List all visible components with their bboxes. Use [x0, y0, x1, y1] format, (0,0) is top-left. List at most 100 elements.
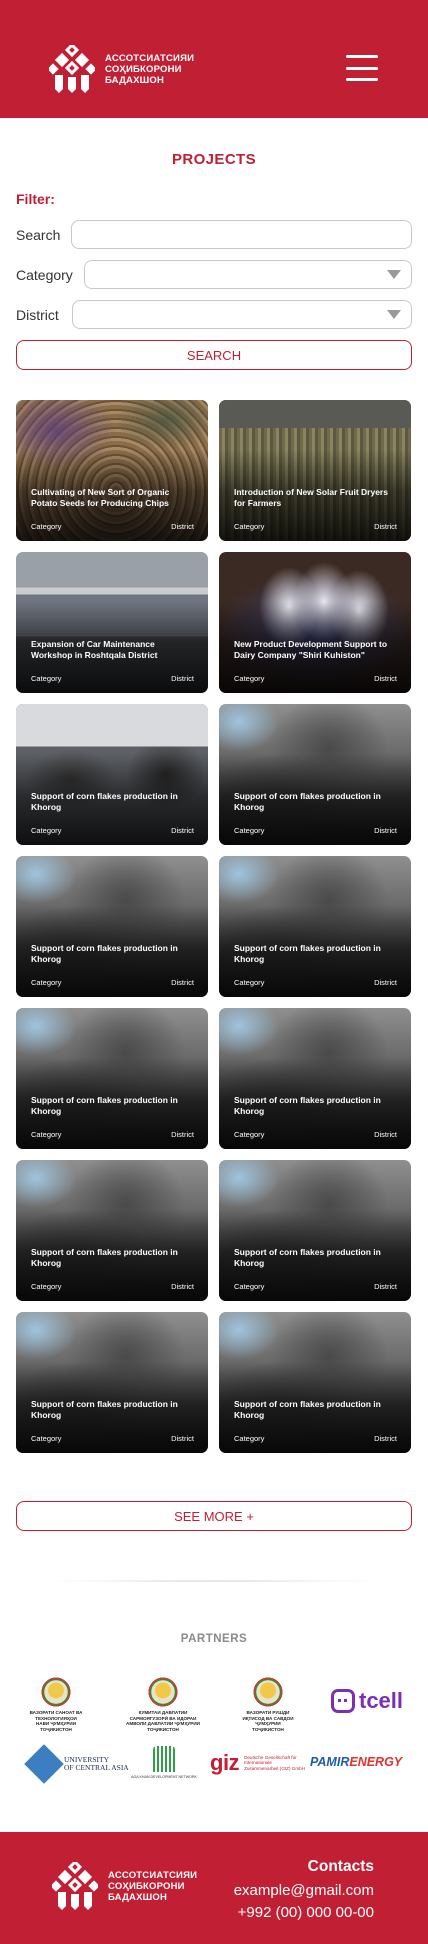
card-overlay [219, 1160, 411, 1301]
uca-name: UNIVERSITY OF CENTRAL ASIA [64, 1756, 129, 1772]
project-card[interactable]: Expansion of Car Maintenance Workshop in… [16, 552, 208, 693]
project-district: District [171, 978, 194, 987]
menu-bar [346, 66, 378, 70]
project-title: Support of corn flakes production in Kho… [234, 1247, 381, 1268]
logo-line-2: СОҲИБКОРОНИ [105, 63, 182, 75]
partner-state-committee[interactable]: КУМИТАИ ДАВЛАТИИ САРМОЯГУЗОРӢ ВА ИДОРАИ … [122, 1677, 204, 1732]
uca-logo-icon [24, 1744, 64, 1784]
search-input[interactable] [72, 221, 411, 248]
site-logo[interactable]: АССОТСИАТСИЯИ СОҲИБКОРОНИ БАДАХШОН [49, 45, 194, 93]
search-button[interactable]: SEARCH [16, 340, 412, 370]
menu-bar [346, 78, 378, 81]
logo-line-3: БАДАХШОН [105, 74, 165, 86]
project-district: District [374, 674, 397, 683]
project-title: Support of corn flakes production in Kho… [31, 1399, 178, 1420]
project-district: District [374, 1434, 397, 1443]
chevron-down-icon [387, 310, 401, 319]
energy-word: ENERGY [349, 1755, 403, 1769]
logo-emblem-icon [49, 45, 95, 93]
page-title: PROJECTS [171, 151, 257, 168]
project-title: Expansion of Car Maintenance Workshop in… [31, 639, 158, 660]
project-category: Category [31, 826, 62, 835]
partner-name: ВАЗОРАТИ САНОАТ ВА ТЕХНОЛОГИЯҲОИ НАВИ ҶУ… [29, 1710, 83, 1732]
contact-email-link[interactable]: example@gmail.com [234, 1880, 374, 1902]
project-card[interactable]: Introduction of New Solar Fruit Dryers f… [219, 400, 411, 541]
project-category: Category [234, 1130, 265, 1139]
project-title: Support of corn flakes production in Kho… [234, 943, 381, 964]
state-emblem-icon [41, 1677, 71, 1707]
card-overlay [219, 400, 411, 541]
project-district: District [171, 674, 194, 683]
partner-akdn[interactable]: AGA KHAN DEVELOPMENT NETWORK [128, 1746, 200, 1779]
partner-name: ВАЗОРАТИ РУШДИ ИҚТИСОД ВА САВДОИ ҶУМҲУРИ… [242, 1710, 294, 1732]
card-overlay [219, 856, 411, 997]
project-district: District [374, 522, 397, 531]
menu-bar [346, 55, 378, 58]
project-card[interactable]: Support of corn flakes production in Kho… [16, 1312, 208, 1453]
see-more-button[interactable]: SEE MORE + [16, 1501, 412, 1531]
card-overlay [219, 1312, 411, 1453]
project-category: Category [31, 1434, 62, 1443]
site-header: АССОТСИАТСИЯИ СОҲИБКОРОНИ БАДАХШОН [0, 0, 428, 118]
search-label: Search [16, 227, 61, 243]
partner-name: AGA KHAN DEVELOPMENT NETWORK [131, 1775, 197, 1779]
project-category: Category [31, 674, 62, 683]
project-title: Introduction of New Solar Fruit Dryers f… [234, 487, 388, 508]
contacts-block: Contacts example@gmail.com +992 (00) 000… [234, 1858, 374, 1924]
uca-line-2: OF CENTRAL ASIA [64, 1763, 129, 1772]
project-district: District [171, 1434, 194, 1443]
card-overlay [16, 400, 208, 541]
project-category: Category [31, 978, 62, 987]
card-overlay [219, 552, 411, 693]
district-select[interactable] [72, 300, 412, 329]
project-card[interactable]: Support of corn flakes production in Kho… [219, 704, 411, 845]
project-card[interactable]: Cultivating of New Sort of Organic Potat… [16, 400, 208, 541]
partner-ministry-economy[interactable]: ВАЗОРАТИ РУШДИ ИҚТИСОД ВА САВДОИ ҶУМҲУРИ… [240, 1677, 296, 1732]
search-field[interactable] [71, 220, 412, 249]
project-card[interactable]: Support of corn flakes production in Kho… [16, 704, 208, 845]
footer-logo[interactable]: АССОТСИАТСИЯИ СОҲИБКОРОНИ БАДАХШОН [52, 1862, 197, 1910]
partner-giz[interactable]: giz Deutsche Gesellschaft für Internatio… [210, 1750, 306, 1776]
project-title: Cultivating of New Sort of Organic Potat… [31, 487, 170, 508]
partner-uca[interactable]: UNIVERSITY OF CENTRAL ASIA [24, 1744, 129, 1784]
project-card[interactable]: Support of corn flakes production in Kho… [219, 1160, 411, 1301]
project-card[interactable]: Support of corn flakes production in Kho… [16, 856, 208, 997]
project-district: District [374, 1130, 397, 1139]
partner-tcell[interactable]: tcell [331, 1688, 403, 1714]
card-overlay [16, 1160, 208, 1301]
partner-name: КУМИТАИ ДАВЛАТИИ САРМОЯГУЗОРӢ ВА ИДОРАИ … [126, 1710, 200, 1732]
partner-ministry-industry[interactable]: ВАЗОРАТИ САНОАТ ВА ТЕХНОЛОГИЯҲОИ НАВИ ҶУ… [28, 1677, 84, 1732]
project-title: Support of corn flakes production in Kho… [31, 943, 178, 964]
category-select[interactable] [84, 260, 412, 289]
logo-text: АССОТСИАТСИЯИ СОҲИБКОРОНИ БАДАХШОН [105, 53, 194, 86]
project-card[interactable]: Support of corn flakes production in Kho… [219, 1008, 411, 1149]
project-title: New Product Development Support to Dairy… [234, 639, 388, 660]
giz-logo: giz [210, 1750, 240, 1775]
tcell-name: tcell [359, 1688, 404, 1713]
card-overlay [219, 704, 411, 845]
logo-line-1: АССОТСИАТСИЯИ [105, 52, 195, 64]
project-category: Category [31, 1282, 62, 1291]
project-title: Support of corn flakes production in Kho… [234, 1095, 381, 1116]
project-category: Category [31, 1130, 62, 1139]
district-label: District [16, 307, 59, 323]
project-category: Category [234, 1434, 265, 1443]
hamburger-menu-icon[interactable] [346, 55, 378, 81]
logo-emblem-icon [52, 1862, 98, 1910]
chevron-down-icon [387, 270, 401, 279]
site-footer: АССОТСИАТСИЯИ СОҲИБКОРОНИ БАДАХШОН Conta… [0, 1832, 428, 1944]
project-district: District [171, 1130, 194, 1139]
card-overlay [16, 1008, 208, 1149]
project-card[interactable]: New Product Development Support to Dairy… [219, 552, 411, 693]
project-card[interactable]: Support of corn flakes production in Kho… [219, 1312, 411, 1453]
contact-phone-link[interactable]: +992 (00) 000 00-00 [234, 1902, 374, 1924]
project-title: Support of corn flakes production in Kho… [31, 1095, 178, 1116]
project-card[interactable]: Support of corn flakes production in Kho… [16, 1008, 208, 1149]
project-card[interactable]: Support of corn flakes production in Kho… [219, 856, 411, 997]
partner-pamir-energy[interactable]: PAMIRENERGY [310, 1755, 402, 1769]
project-card[interactable]: Support of corn flakes production in Kho… [16, 1160, 208, 1301]
project-category: Category [234, 978, 265, 987]
section-divider [40, 1580, 388, 1582]
state-emblem-icon [253, 1677, 283, 1707]
partners-heading: PARTNERS [180, 1633, 248, 1645]
